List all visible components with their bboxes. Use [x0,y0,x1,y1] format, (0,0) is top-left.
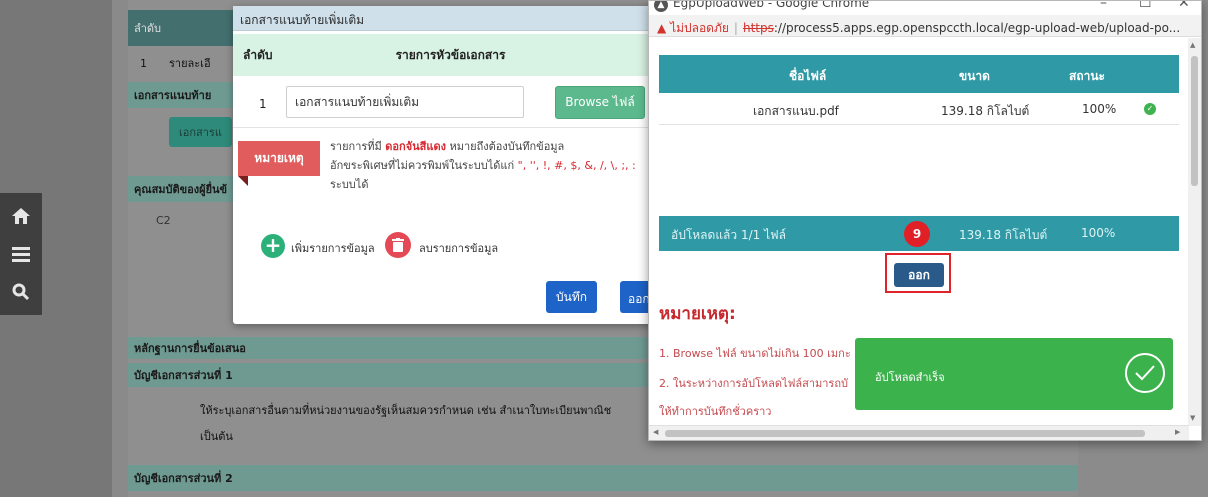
modal-exit-label: ออก [628,292,650,306]
browse-file-button[interactable]: Browse ไฟล์ [555,86,645,119]
bg-attach-button[interactable]: เอกสารแ [169,117,232,147]
horizontal-scrollbar[interactable]: ◀ ▶ [649,425,1189,440]
add-item-button[interactable]: + [261,234,285,258]
bg-row-num: 1 [140,56,147,70]
warning-icon: ▲ [657,21,667,35]
note-line-1: รายการที่มี ดอกจันสีแดง หมายถึงต้องบันทึ… [330,137,675,156]
save-label: บันทึก [556,289,587,304]
delete-item-button[interactable] [385,232,411,258]
bg-qualification-label: คุณสมบัติของผู้ยื่นข้ [134,183,228,196]
window-titlebar: ▲ EgpUploadWeb - Google Chrome – ☐ ✕ [649,1,1201,15]
table-row: เอกสารแนบ.pdf 139.18 กิโลไบต์ 100% ✓ [659,93,1179,125]
note-special-chars: ", '', !, #, $, &, /, \, ;, : [517,159,636,172]
note-line-3: ระบบได้ [330,178,369,191]
add-item-label[interactable]: เพิ่มรายการข้อมูล [291,239,375,257]
bg-doc-desc-text2: เป็นต้น [200,430,233,443]
row-number: 1 [259,97,267,111]
bg-code-c2: C2 [156,213,171,227]
close-button[interactable]: ✕ [1178,1,1190,11]
minimize-button[interactable]: – [1100,1,1107,11]
check-icon: ✓ [1144,103,1156,115]
note-line-1-a: รายการที่มี [330,140,386,153]
url-scheme: https [742,21,774,35]
col-size: ขนาด [959,69,990,83]
maximize-button[interactable]: ☐ [1139,1,1152,11]
url-text: ://process5.apps.egp.openspccth.local/eg… [773,21,1181,35]
file-table-header: ชื่อไฟล์ ขนาด สถานะ [659,55,1179,93]
bg-col-order: ลำดับ [134,22,162,35]
col-filename: ชื่อไฟล์ [789,69,827,83]
bg-doc-list-1-label: บัญชีเอกสารส่วนที่ 1 [134,369,233,382]
trash-icon [392,238,404,252]
file-status: 100% [1082,102,1117,116]
vertical-scrollbar[interactable]: ▲ ▼ [1188,38,1201,426]
note-text: รายการที่มี ดอกจันสีแดง หมายถึงต้องบันทึ… [330,137,675,194]
col-items: รายการหัวข้อเอกสาร [395,47,506,62]
attachment-modal: เอกสารแนบท้ายเพิ่มเติม ลำดับ รายการหัวข้… [233,6,678,324]
note-red-asterisk: ดอกจันสีแดง [385,140,446,153]
note-tag-fold [238,176,248,186]
remark-line-3: ให้ทำการบันทึกชั่วคราว [659,405,772,418]
bg-doc-desc-text: ให้ระบุเอกสารอื่นตามที่หน่วยงานของรัฐเห็… [200,404,612,417]
note-tag-label: หมายเหตุ [254,151,304,165]
bg-doc-list-2: บัญชีเอกสารส่วนที่ 2 [128,465,1078,491]
bg-attach-button-label: เอกสารแ [179,126,222,139]
table-row: 1 Browse ไฟล์ [233,78,678,128]
summary-size: 139.18 กิโลไบต์ [959,228,1048,242]
note-tag: หมายเหตุ [238,141,320,186]
delete-item-label[interactable]: ลบรายการข้อมูล [419,239,498,257]
note-line-2-text: อักขระพิเศษที่ไม่ควรพิมพ์ในระบบได้แก่ [330,159,518,172]
upload-content: ชื่อไฟล์ ขนาด สถานะ เอกสารแนบ.pdf 139.18… [649,38,1189,426]
note-line-1-b: หมายถึงต้องบันทึกข้อมูล [445,140,565,153]
summary-count: อัปโหลดแล้ว 1/1 ไฟล์ [671,228,786,242]
col-order: ลำดับ [243,47,273,62]
scroll-right-icon[interactable]: ▶ [1175,428,1180,436]
modal-header: เอกสารแนบท้ายเพิ่มเติม [233,6,678,31]
checkmark-circle-icon [1125,353,1165,393]
file-size: 139.18 กิโลไบต์ [941,104,1030,118]
exit-button[interactable]: ออก [894,263,944,287]
note-line-2: อักขระพิเศษที่ไม่ควรพิมพ์ในระบบได้แก่ ",… [330,156,675,175]
app-icon: ▲ [654,1,668,12]
toast-message: อัปโหลดสำเร็จ [875,371,945,384]
remark-line-2: 2. ในระหว่างการอัปโหลดไฟล์สามารถบั [659,377,848,390]
bg-doc-list-2-label: บัญชีเอกสารส่วนที่ 2 [134,472,233,485]
security-label[interactable]: ไม่ปลอดภัย [670,21,729,35]
save-button[interactable]: บันทึก [546,281,597,313]
scroll-left-icon[interactable]: ◀ [653,428,658,436]
bg-row-text: รายละเอี [169,57,211,70]
modal-table-header: ลำดับ รายการหัวข้อเอกสาร [233,34,678,76]
upload-popup-window: ▲ EgpUploadWeb - Google Chrome – ☐ ✕ ▲ ไ… [648,0,1202,441]
remark-title: หมายเหตุ: [659,304,736,324]
menu-icon[interactable] [0,237,42,271]
exit-label: ออก [908,267,930,282]
col-status: สถานะ [1069,69,1105,83]
bg-attach-section-label: เอกสารแนบท้าย [134,89,212,102]
home-icon[interactable] [0,199,42,233]
file-name: เอกสารแนบ.pdf [753,104,839,118]
address-bar[interactable]: ▲ ไม่ปลอดภัย | https://process5.apps.egp.o… [649,15,1201,37]
window-title: EgpUploadWeb - Google Chrome [673,1,870,10]
summary-percent: 100% [1081,226,1116,240]
side-nav [0,193,42,315]
remark-line-1: 1. Browse ไฟล์ ขนาดไม่เกิน 100 เมกะ [659,347,851,360]
step-badge: 9 [904,221,930,247]
scroll-up-icon[interactable]: ▲ [1190,41,1195,49]
scroll-down-icon[interactable]: ▼ [1190,414,1195,422]
horizontal-scroll-thumb[interactable] [665,430,1145,437]
bg-evidence-label: หลักฐานการยื่นข้อเสนอ [134,342,246,355]
modal-title: เอกสารแนบท้ายเพิ่มเติม [240,13,365,27]
address-separator: | [733,21,738,35]
vertical-scroll-thumb[interactable] [1191,56,1198,186]
search-icon[interactable] [0,275,42,309]
success-toast: อัปโหลดสำเร็จ [855,338,1173,410]
document-title-input[interactable] [286,86,524,118]
browse-file-label: Browse ไฟล์ [565,95,635,109]
